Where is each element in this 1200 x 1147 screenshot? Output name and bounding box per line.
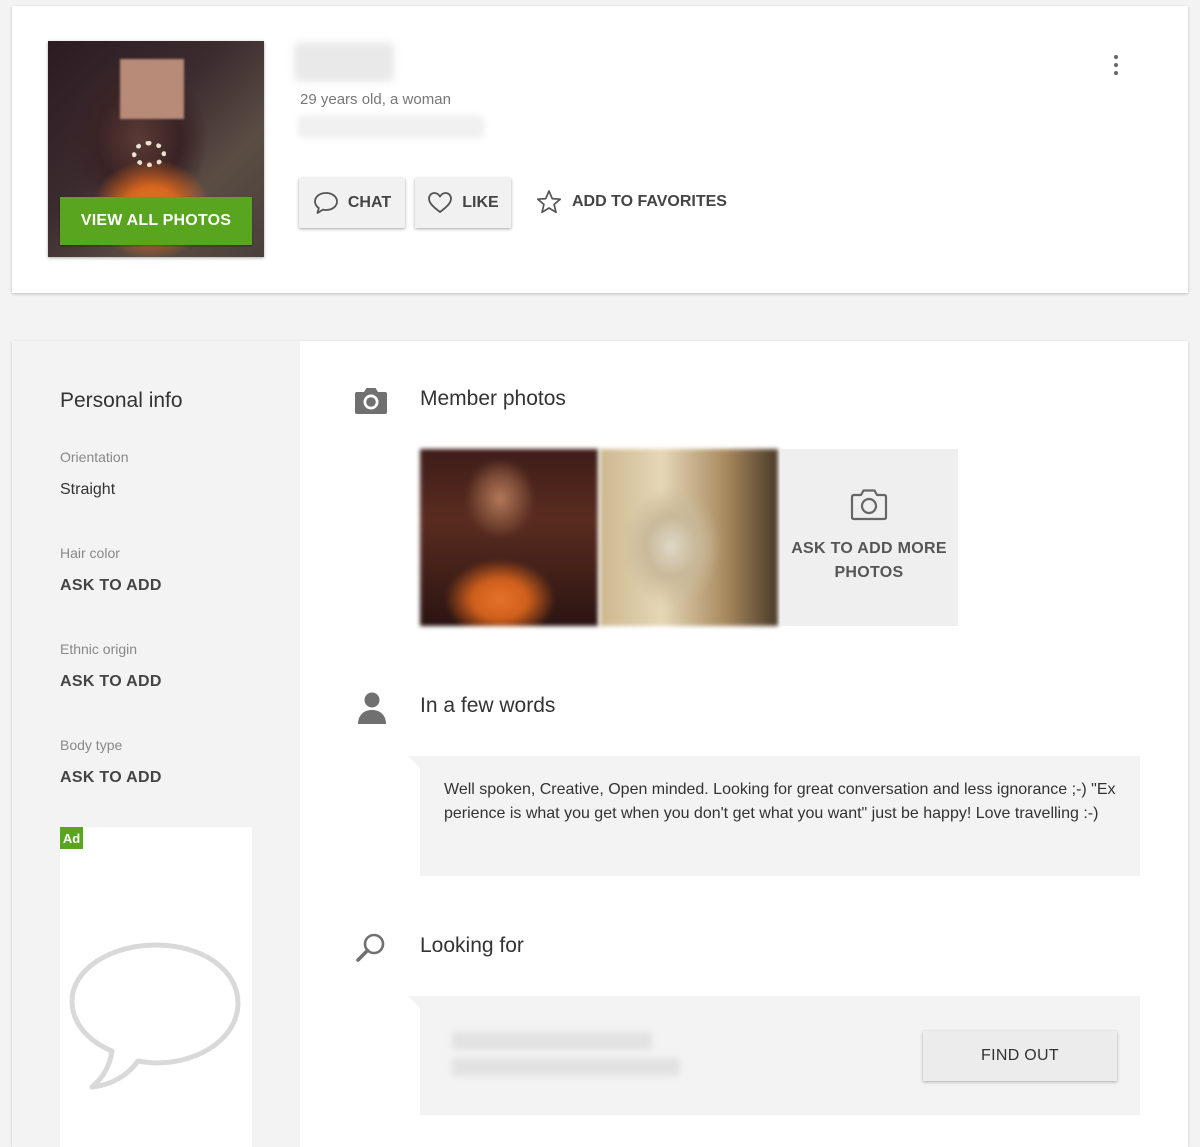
ethnic-origin-label: Ethnic origin: [60, 641, 138, 657]
member-photo-thumbnail[interactable]: [600, 449, 778, 626]
find-out-button[interactable]: FIND OUT: [923, 1031, 1117, 1081]
search-icon: [356, 933, 385, 962]
in-a-few-words-title: In a few words: [420, 694, 556, 717]
profile-header-card: VIEW ALL PHOTOS 29 years old, a woman CH…: [12, 6, 1188, 293]
camera-icon: [850, 489, 888, 521]
ad-badge: Ad: [60, 827, 83, 849]
camera-icon: [355, 388, 387, 414]
profile-name-blurred: [294, 42, 394, 82]
about-text: Well spoken, Creative, Open minded. Look…: [444, 781, 1116, 822]
heart-icon: [428, 192, 453, 213]
ask-to-add-more-photos-button[interactable]: ASK TO ADD MORE PHOTOS: [780, 449, 958, 626]
person-icon: [358, 692, 386, 724]
star-icon: [536, 190, 562, 214]
ask-to-add-more-photos-label: ASK TO ADD MORE PHOTOS: [791, 540, 947, 581]
profile-age-gender: 29 years old, a woman: [300, 91, 451, 108]
chat-button[interactable]: CHAT: [299, 178, 405, 228]
speech-bubble-icon: [69, 942, 241, 1090]
blurred-upgrade-text: [452, 1032, 652, 1050]
orientation-value: Straight: [60, 481, 116, 498]
about-text-panel: Well spoken, Creative, Open minded. Look…: [408, 756, 1140, 876]
orientation-label: Orientation: [60, 449, 129, 465]
like-button-label: LIKE: [462, 194, 499, 211]
member-photos-title: Member photos: [420, 387, 566, 410]
kebab-menu-icon[interactable]: [1104, 50, 1128, 80]
ethnic-origin-ask-to-add[interactable]: ASK TO ADD: [60, 673, 162, 691]
blurred-face: [120, 59, 184, 119]
add-to-favorites-link[interactable]: ADD TO FAVORITES: [536, 189, 727, 215]
chat-button-label: CHAT: [347, 194, 392, 211]
blurred-upgrade-text: [452, 1058, 680, 1076]
profile-details-card: Personal info Orientation Straight Hair …: [12, 341, 1188, 1147]
member-photo-thumbnail[interactable]: [420, 449, 598, 626]
add-to-favorites-label: ADD TO FAVORITES: [572, 193, 727, 210]
like-button[interactable]: LIKE: [415, 178, 511, 228]
hair-color-label: Hair color: [60, 545, 120, 561]
personal-info-title: Personal info: [60, 389, 183, 412]
hair-color-ask-to-add[interactable]: ASK TO ADD: [60, 577, 162, 595]
personal-info-sidebar: Personal info Orientation Straight Hair …: [12, 341, 300, 1147]
looking-for-panel: FIND OUT: [408, 996, 1140, 1115]
profile-photo[interactable]: VIEW ALL PHOTOS: [48, 41, 264, 257]
body-type-label: Body type: [60, 737, 123, 753]
looking-for-title: Looking for: [420, 934, 524, 957]
body-type-ask-to-add[interactable]: ASK TO ADD: [60, 769, 162, 787]
profile-location-blurred: [298, 116, 484, 138]
speech-bubble-icon: [313, 192, 338, 214]
necklace: [132, 141, 166, 167]
advertisement[interactable]: Ad: [60, 827, 252, 1147]
view-all-photos-button[interactable]: VIEW ALL PHOTOS: [60, 197, 252, 245]
